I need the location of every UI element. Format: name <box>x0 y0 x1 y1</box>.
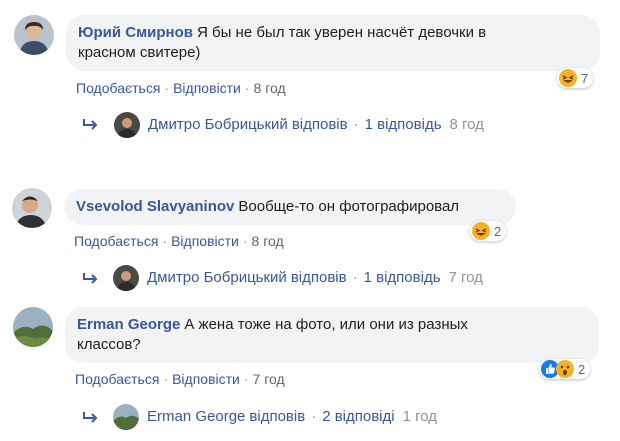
reply-count[interactable]: 1 відповідь <box>364 269 441 286</box>
reaction-count: 7 <box>581 70 589 86</box>
comment-author[interactable]: Erman George <box>77 316 180 333</box>
reply-avatar[interactable] <box>113 265 139 291</box>
like-link[interactable]: Подобається <box>74 233 158 249</box>
haha-icon <box>559 69 577 87</box>
timestamp[interactable]: 7 год <box>253 371 285 387</box>
reaction-count: 2 <box>578 361 586 377</box>
comment-actions: Подобається · Відповісти · 8 год <box>74 233 284 249</box>
reply-verb: відповів <box>249 408 306 425</box>
timestamp[interactable]: 8 год <box>252 233 284 249</box>
reaction-count: 2 <box>494 223 502 239</box>
comment-actions: Подобається · Відповісти · 7 год <box>75 371 285 387</box>
comment-text: Я бы не был так уверен насчёт девочки в <box>197 24 487 41</box>
comment-text: А жена тоже на фото, или они из разных <box>184 316 468 333</box>
comment-text: красном свитере) <box>78 44 201 61</box>
wow-icon <box>556 360 574 378</box>
comment-bubble: Erman George А жена тоже на фото, или они… <box>65 307 599 363</box>
like-link[interactable]: Подобається <box>76 80 160 96</box>
reply-link[interactable]: Відповісти <box>173 80 241 96</box>
comment-actions: Подобається · Відповісти · 8 год <box>76 80 286 96</box>
reply-summary[interactable]: Дмитро Бобрицький відповів · 1 відповідь 7 г… <box>147 269 483 286</box>
comment-author[interactable]: Vsevolod Slavyaninov <box>76 198 234 215</box>
comment-bubble: Vsevolod Slavyaninov Вообще-то он фотогра… <box>64 189 516 225</box>
reply-link[interactable]: Відповісти <box>171 233 239 249</box>
reply-author[interactable]: Erman George <box>147 408 245 425</box>
comment-author[interactable]: Юрий Смирнов <box>78 24 193 41</box>
reply-count[interactable]: 1 відповідь <box>365 116 442 133</box>
reply-summary[interactable]: Дмитро Бобрицький відповів · 1 відповідь 8 г… <box>148 116 484 133</box>
reply-arrow-icon <box>82 411 98 425</box>
haha-icon <box>472 222 490 240</box>
reaction-summary[interactable]: 7 <box>557 68 594 88</box>
reply-time: 1 год <box>402 408 438 425</box>
timestamp[interactable]: 8 год <box>254 80 286 96</box>
reply-time: 8 год <box>449 116 484 133</box>
comment-text: Вообще-то он фотографировал <box>238 198 460 215</box>
reply-count[interactable]: 2 відповіді <box>322 408 394 425</box>
reply-link[interactable]: Відповісти <box>172 371 240 387</box>
avatar[interactable] <box>14 15 54 55</box>
comment-bubble: Юрий Смирнов Я бы не был так уверен насчё… <box>66 15 600 71</box>
reply-arrow-icon <box>82 118 98 132</box>
reply-verb: відповів <box>290 269 347 286</box>
reply-time: 7 год <box>448 269 483 286</box>
reply-author[interactable]: Дмитро Бобрицький <box>147 269 287 286</box>
reply-arrow-icon <box>82 272 98 286</box>
reaction-summary[interactable]: 2 <box>539 359 591 379</box>
reaction-summary[interactable]: 2 <box>470 221 507 241</box>
like-link[interactable]: Подобається <box>75 371 159 387</box>
avatar[interactable] <box>13 307 53 347</box>
reply-summary[interactable]: Erman George відповів · 2 відповіді 1 год <box>147 408 437 425</box>
comment-text: классов? <box>77 336 141 353</box>
avatar[interactable] <box>12 188 52 228</box>
reply-author[interactable]: Дмитро Бобрицький <box>148 116 288 133</box>
reply-avatar[interactable] <box>114 112 140 138</box>
reply-verb: відповів <box>291 116 348 133</box>
reply-avatar[interactable] <box>113 404 139 430</box>
